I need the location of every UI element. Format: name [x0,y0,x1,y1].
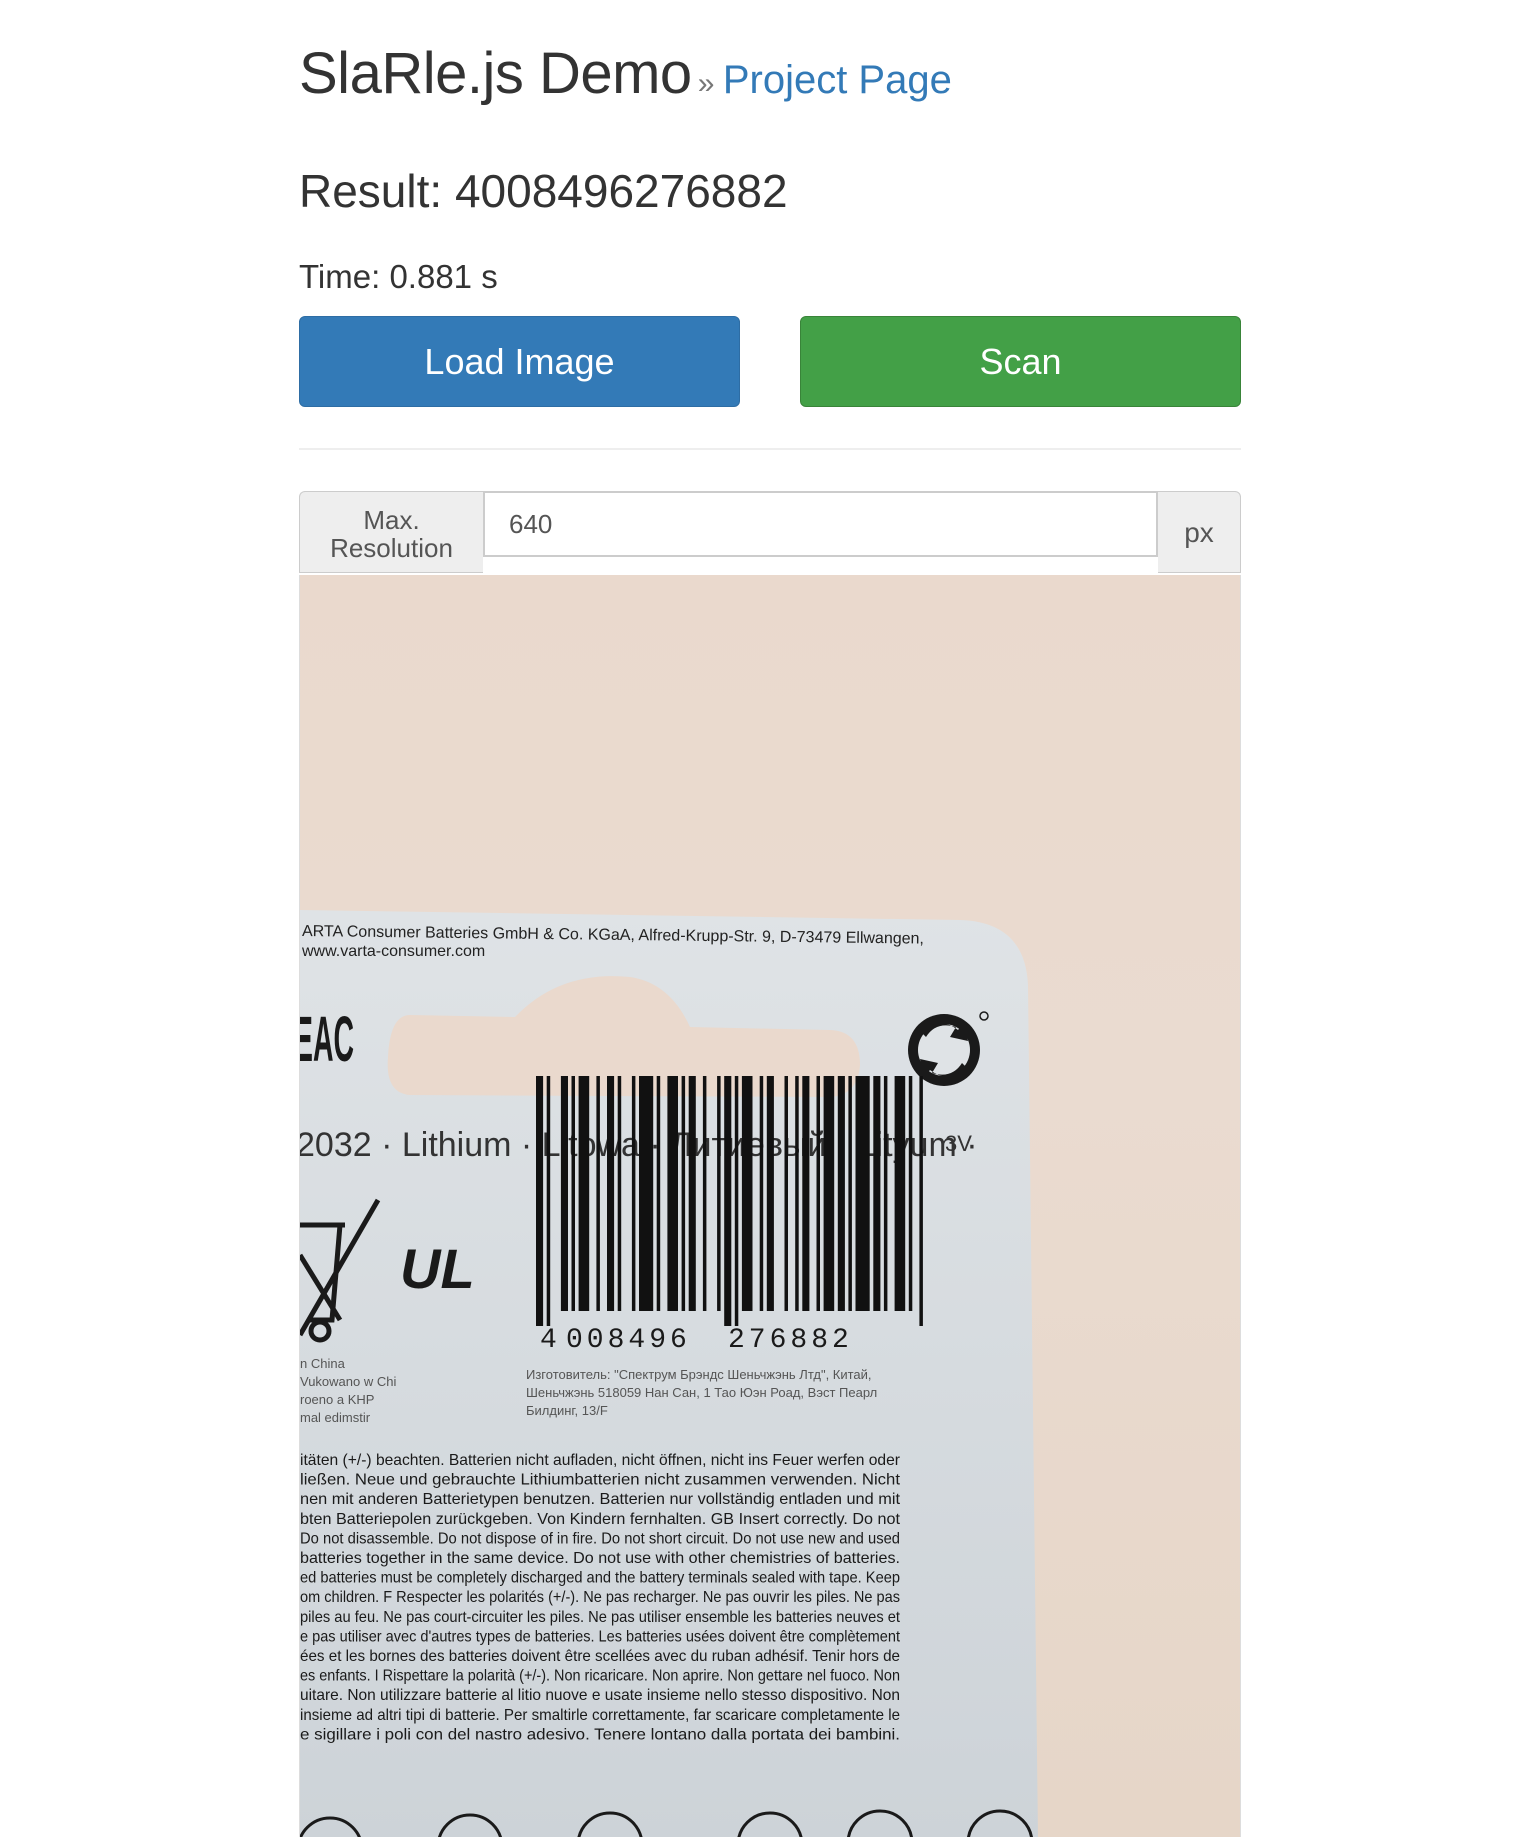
resolution-input-group: Max. Resolution px [299,491,1241,575]
barcode-bar [631,1076,636,1311]
page-title: SlaRle.js Demo [299,41,692,106]
time-text: Time: 0.881 s [299,258,498,295]
barcode-bar [656,1076,661,1311]
scan-button[interactable]: Scan [800,316,1241,407]
eac-mark: EAC [300,1003,354,1075]
barcode-bar [848,1076,852,1311]
warning-text-line: ées et les bornes des batteries doivent … [300,1648,900,1665]
barcode-bar [837,1076,845,1311]
barcode-bar [536,1076,544,1326]
barcode-bar [578,1076,590,1311]
warning-text-line: ed batteries must be completely discharg… [300,1570,900,1587]
warning-text-line: piles au feu. Ne pas court-circuiter les… [300,1609,901,1626]
title-row: SlaRle.js Demo» Project Page [299,40,952,107]
manufacturer-text-line: Шеньчжэнь 518059 Нан Сан, 1 Тао Юэн Роад… [526,1385,877,1400]
barcode-digits-left: 008496 [566,1325,691,1356]
barcode-bar [667,1076,678,1311]
barcode-bar [717,1076,721,1311]
barcode-bar [784,1076,788,1311]
divider [299,448,1241,450]
barcode-bar [816,1076,820,1311]
warning-text-line: insieme ad altri tipi di batterie. Per s… [300,1707,900,1724]
barcode-bar [734,1076,739,1326]
barcode-bar [617,1076,622,1311]
warning-text-line: batteries together in the same device. D… [300,1550,900,1567]
warning-text-line: ließen. Neue und gebrauchte Lithiumbatte… [300,1472,901,1489]
barcode-bar [688,1076,696,1311]
resolution-label-line2: Resolution [330,533,453,563]
resolution-unit: px [1158,491,1241,573]
resolution-input[interactable] [483,491,1158,557]
warning-text: itäten (+/-) beachten. Batterien nicht a… [300,1452,901,1743]
manufacturer-text-line: Билдинг, 13/F [526,1403,608,1418]
barcode-bar [919,1076,923,1326]
barcode-bar [823,1076,835,1311]
svg-text:UL: UL [400,1237,475,1300]
result-heading: Result: 4008496276882 [299,165,788,217]
barcode-bar [759,1076,764,1311]
barcode-bar [741,1076,753,1311]
left-small-text-line: mal edimstir [300,1410,371,1425]
resolution-label-line1: Max. [363,505,420,535]
barcode-bar [873,1076,881,1311]
voltage-text: 3V [945,1131,972,1156]
barcode-bar [894,1076,906,1311]
barcode-digits-right: 276882 [728,1325,853,1356]
company-text-line2: www.varta-consumer.com [301,943,485,960]
warning-text-line: itäten (+/-) beachten. Batterien nicht a… [300,1452,901,1469]
warning-text-line: nen mit anderen Batterietypen benutzen. … [300,1491,901,1508]
barcode-bar [795,1076,799,1311]
scanned-image: ARTA Consumer Batteries GmbH & Co. KGaA,… [299,575,1241,1837]
barcode-bar [724,1076,732,1326]
barcode-bar [855,1076,870,1311]
barcode-bar [908,1076,913,1311]
barcode-bar [681,1076,686,1311]
warning-text-line: e pas utiliser avec d'autres types de ba… [300,1628,900,1645]
barcode-bar [607,1076,615,1311]
warning-text-line: om children. F Respecter les polarités (… [300,1589,900,1606]
warning-text-line: es enfants. I Rispettare la polarità (+/… [300,1668,900,1685]
barcode-bar [883,1076,888,1311]
warning-text-line: Do not disassemble. Do not dispose of in… [300,1530,900,1547]
barcode-bar [639,1076,654,1311]
resolution-label: Max. Resolution [299,491,483,573]
barcode-bar [766,1076,774,1311]
ul-mark-icon: UL [400,1237,475,1300]
barcode-bar [702,1076,707,1311]
manufacturer-text-line: Изготовитель: "Спектрум Брэндс Шеньчжэнь… [526,1367,872,1382]
barcode-first-digit: 4 [540,1325,557,1356]
warning-text-line: e sigillare i poli con del nastro adesiv… [300,1726,900,1743]
barcode-bar [560,1076,568,1311]
load-image-button[interactable]: Load Image [299,316,740,407]
breadcrumb-separator: » [697,67,715,100]
barcode-bar [546,1076,551,1326]
project-page-link[interactable]: Project Page [723,58,952,102]
left-small-text-line: roeno a KHP [300,1392,374,1407]
left-small-text-line: n China [300,1356,346,1371]
barcode-bar [802,1076,810,1311]
scanned-image-svg: ARTA Consumer Batteries GmbH & Co. KGaA,… [300,910,1038,1837]
barcode-bar [571,1076,575,1311]
left-small-text-line: Vukowano w Chi [300,1374,396,1389]
barcode-bar [596,1076,600,1311]
warning-text-line: bten Batteriepolen zurückgeben. Von Kind… [300,1511,901,1528]
warning-text-line: uitare. Non utilizzare batterie al litio… [300,1687,900,1704]
